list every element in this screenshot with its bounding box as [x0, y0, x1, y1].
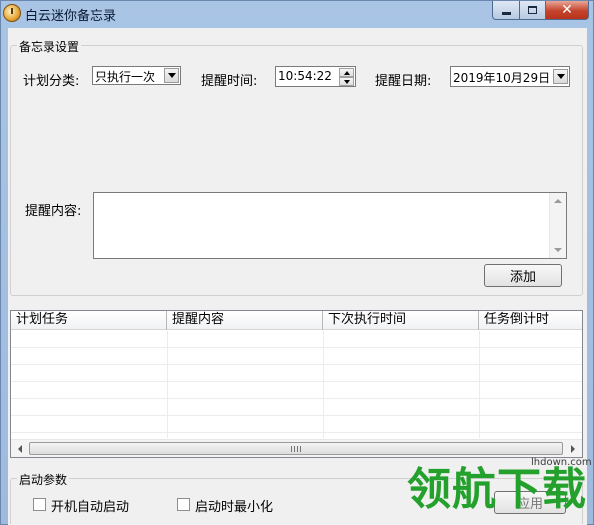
task-list-rows[interactable]	[11, 331, 582, 438]
window-title: 白云迷你备忘录	[25, 9, 117, 24]
memo-settings-group: 备忘录设置 计划分类: 只执行一次 提醒时间: 10:54:22 提醒日期: 2…	[10, 38, 583, 296]
autostart-label[interactable]: 开机自动启动	[51, 496, 129, 515]
title-bar[interactable]: 白云迷你备忘录 ✕	[1, 1, 593, 27]
startup-legend: 启动参数	[17, 471, 70, 488]
scroll-up-icon	[554, 199, 562, 203]
add-button[interactable]: 添加	[484, 264, 562, 287]
scroll-right-button[interactable]	[565, 441, 581, 457]
scroll-left-button[interactable]	[12, 441, 28, 457]
category-select[interactable]: 只执行一次	[92, 66, 181, 85]
column-header-task[interactable]: 计划任务	[11, 311, 167, 330]
grip-icon	[291, 445, 301, 452]
memo-settings-legend: 备忘录设置	[17, 38, 82, 55]
date-dropdown-button[interactable]	[553, 69, 568, 84]
close-button[interactable]: ✕	[546, 1, 589, 20]
time-picker[interactable]: 10:54:22	[275, 66, 356, 87]
hscroll-thumb[interactable]	[29, 442, 563, 455]
spin-up-icon	[343, 70, 350, 75]
chevron-down-icon	[167, 73, 176, 78]
minimize-on-start-checkbox[interactable]	[177, 498, 190, 511]
watermark-logo-text: 领航下载	[407, 464, 587, 515]
category-dropdown-button[interactable]	[164, 68, 179, 83]
scroll-up-button[interactable]	[550, 193, 566, 209]
maximize-icon	[528, 6, 537, 14]
app-clock-icon[interactable]	[3, 4, 21, 22]
column-divider	[479, 331, 480, 438]
time-label: 提醒时间:	[201, 74, 258, 89]
time-spin-down[interactable]	[339, 77, 354, 86]
time-spin-up[interactable]	[339, 68, 354, 77]
category-label: 计划分类:	[23, 74, 80, 89]
minimize-button[interactable]	[492, 1, 520, 20]
content-label: 提醒内容:	[25, 204, 82, 219]
column-header-next-run[interactable]: 下次执行时间	[323, 311, 479, 330]
category-select-value: 只执行一次	[95, 70, 156, 84]
client-area: 备忘录设置 计划分类: 只执行一次 提醒时间: 10:54:22 提醒日期: 2…	[8, 28, 587, 525]
scroll-down-icon	[554, 248, 562, 252]
column-header-countdown[interactable]: 任务倒计时	[479, 311, 582, 330]
content-scrollbar[interactable]	[549, 193, 566, 258]
column-divider	[167, 331, 168, 438]
date-picker[interactable]: 2019年10月29日 星	[450, 66, 570, 87]
scroll-right-icon	[571, 445, 575, 453]
date-value: 2019年10月29日 星	[453, 71, 566, 85]
autostart-checkbox[interactable]	[33, 498, 46, 511]
minimize-icon	[501, 11, 511, 15]
date-label: 提醒日期:	[375, 74, 432, 89]
window-controls: ✕	[492, 1, 589, 20]
task-list-hscrollbar[interactable]	[11, 439, 582, 457]
chevron-down-icon	[556, 74, 565, 79]
time-value: 10:54:22	[278, 69, 332, 83]
app-window: 白云迷你备忘录 ✕ 备忘录设置 计划分类: 只执行一次 提醒时间: 10:54:…	[0, 0, 594, 525]
scroll-left-icon	[18, 445, 22, 453]
content-textarea[interactable]	[93, 192, 567, 259]
task-list[interactable]: 计划任务 提醒内容 下次执行时间 任务倒计时	[10, 310, 583, 458]
close-icon: ✕	[561, 2, 573, 18]
task-list-header: 计划任务 提醒内容 下次执行时间 任务倒计时	[11, 311, 582, 330]
scroll-down-button[interactable]	[550, 242, 566, 258]
spin-down-icon	[343, 79, 350, 84]
minimize-on-start-label[interactable]: 启动时最小化	[195, 496, 273, 515]
maximize-button[interactable]	[520, 1, 546, 20]
column-divider	[323, 331, 324, 438]
column-header-content[interactable]: 提醒内容	[167, 311, 323, 330]
